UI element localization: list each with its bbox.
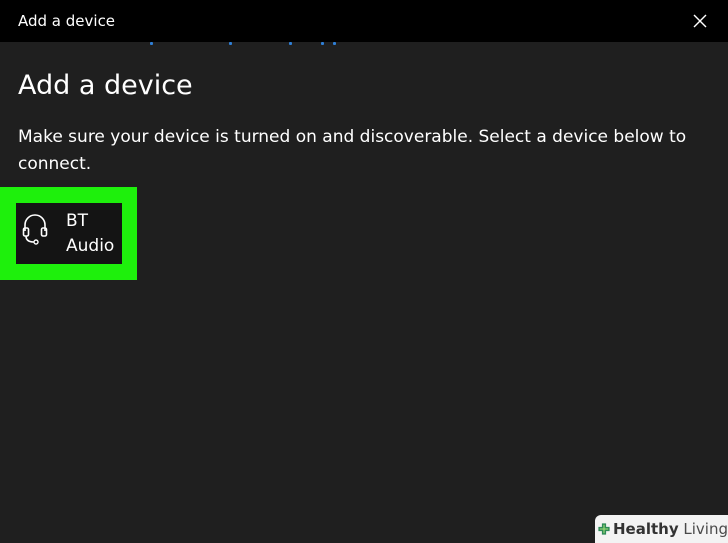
progress-dot [333, 42, 336, 45]
instructions-text: Make sure your device is turned on and d… [18, 127, 687, 174]
device-name: BT Audio [66, 211, 115, 256]
watermark-text: Healthy Living [613, 520, 728, 538]
watermark: Healthy Living [595, 515, 728, 543]
close-button[interactable] [684, 6, 716, 36]
title-bar: Add a device [0, 0, 728, 42]
progress-dot [289, 42, 292, 45]
close-icon [693, 14, 707, 28]
progress-dot [229, 42, 232, 45]
plus-cross-logo [598, 523, 610, 535]
progress-dot [321, 42, 324, 45]
headset-icon [22, 214, 48, 245]
scanning-progress-indicator [0, 40, 728, 48]
progress-dot [150, 42, 153, 45]
page-title: Add a device [18, 70, 193, 101]
window-title: Add a device [18, 12, 116, 30]
device-item-bt-audio[interactable]: BT Audio [16, 203, 122, 264]
watermark-brand-bold: Healthy [613, 520, 679, 538]
watermark-brand-regular: Living [678, 520, 728, 538]
